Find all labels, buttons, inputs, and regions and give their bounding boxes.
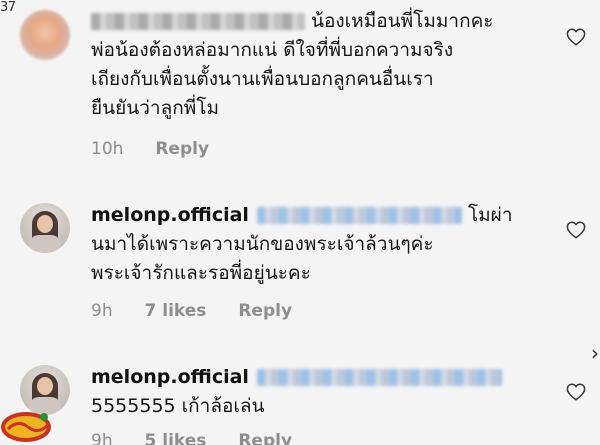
avatar[interactable] [20, 203, 70, 253]
heart-outline-icon[interactable] [566, 28, 586, 46]
avatar-face [37, 215, 53, 233]
comment-text-line: พระเจ้ารักและรอพี่อยู่นะคะ [91, 262, 311, 284]
cropped-edge-glyph: › [591, 341, 599, 365]
comment-text-line: น้องเหมือนพี่โมมากคะ [311, 10, 494, 32]
comment-text-line: 5555555 เก้าล้อเล่น [91, 395, 265, 417]
comment-username[interactable]: melonp.official [91, 204, 249, 226]
comment-text-line: นมาได้เพราะความนักของพระเจ้าล้วนๆค่ะ [91, 233, 434, 255]
instagram-comment-thread: 37 น้องเหมือนพี่โมมากคะ พ่อน้องต้องหล่อม… [0, 0, 600, 445]
avatar-blurred[interactable] [20, 10, 70, 60]
avatar-face [37, 377, 53, 395]
comment-body: melonp.official โมผ่า นมาได้เพราะความนักข… [91, 201, 550, 288]
reply-button[interactable]: Reply [238, 301, 292, 321]
comment-meta: 9h 5 likes Reply [91, 431, 318, 445]
comment-time: 9h [91, 431, 113, 445]
heart-outline-icon[interactable] [566, 221, 586, 239]
heart-outline-icon[interactable] [566, 383, 586, 401]
comment-body: melonp.official 5555555 เก้าล้อเล่น [91, 363, 550, 421]
likes-count[interactable]: 7 likes [145, 301, 207, 321]
avatar-body [29, 235, 61, 253]
channel-logo [1, 412, 51, 442]
redacted-mention [256, 369, 502, 386]
comment-meta: 10h Reply [91, 139, 235, 159]
redacted-mention [256, 207, 462, 224]
comment-meta: 9h 7 likes Reply [91, 301, 318, 321]
comment-username[interactable]: melonp.official [91, 366, 249, 388]
comment-body: น้องเหมือนพี่โมมากคะ พ่อน้องต้องหล่อมากแ… [91, 7, 550, 123]
comment-time: 10h [91, 139, 124, 159]
comment-time: 9h [91, 301, 113, 321]
comment-text-line: เถียงกับเพื่อนตั้งนานเพื่อนบอกลูกคนอื่นเ… [91, 68, 434, 90]
comment-text-line: พ่อน้องต้องหล่อมากแน่ ดีใจที่พี่บอกความจ… [91, 39, 454, 61]
redacted-username [91, 13, 305, 30]
comment-text-line: ยืนยันว่าลูกพี่โม [91, 97, 219, 119]
comment-text-line: โมผ่า [467, 204, 513, 226]
likes-count[interactable]: 5 likes [145, 431, 207, 445]
reply-button[interactable]: Reply [155, 139, 209, 159]
reply-button[interactable]: Reply [238, 431, 292, 445]
cropped-counter-text: 37 [0, 0, 16, 15]
